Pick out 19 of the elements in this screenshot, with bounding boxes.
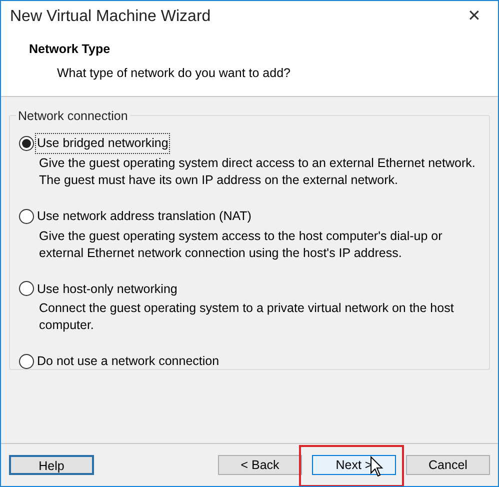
- option-description: Give the guest operating system access to the host computer's dial-up or external Ethernet network connection using the host's IP address.: [38, 228, 444, 262]
- cursor-icon: [370, 456, 384, 478]
- radio-button[interactable]: [19, 208, 34, 224]
- option-label[interactable]: Use network address translation (NAT): [36, 206, 252, 226]
- option-label[interactable]: Do not use a network connection: [36, 352, 220, 371]
- radio-button[interactable]: [19, 281, 34, 296]
- close-button[interactable]: ✕: [462, 4, 486, 28]
- page-heading: Network Type: [29, 41, 112, 58]
- option-label[interactable]: Use host-only networking: [36, 280, 178, 298]
- back-button[interactable]: < Back: [218, 455, 302, 475]
- help-button[interactable]: Help: [9, 455, 94, 475]
- page-subtitle: What type of network do you want to add?: [56, 64, 292, 82]
- option-label[interactable]: Use bridged networking: [36, 134, 170, 153]
- radio-button[interactable]: [19, 136, 34, 151]
- radio-button[interactable]: [19, 354, 34, 370]
- option-description: Connect the guest operating system to a private virtual network on the host computer.: [38, 300, 455, 334]
- option-description: Give the guest operating system direct access to an external Ethernet network. The guest must have its own IP address on the external network.: [38, 154, 476, 189]
- cancel-button[interactable]: Cancel: [406, 455, 490, 475]
- window-title: New Virtual Machine Wizard: [10, 6, 211, 26]
